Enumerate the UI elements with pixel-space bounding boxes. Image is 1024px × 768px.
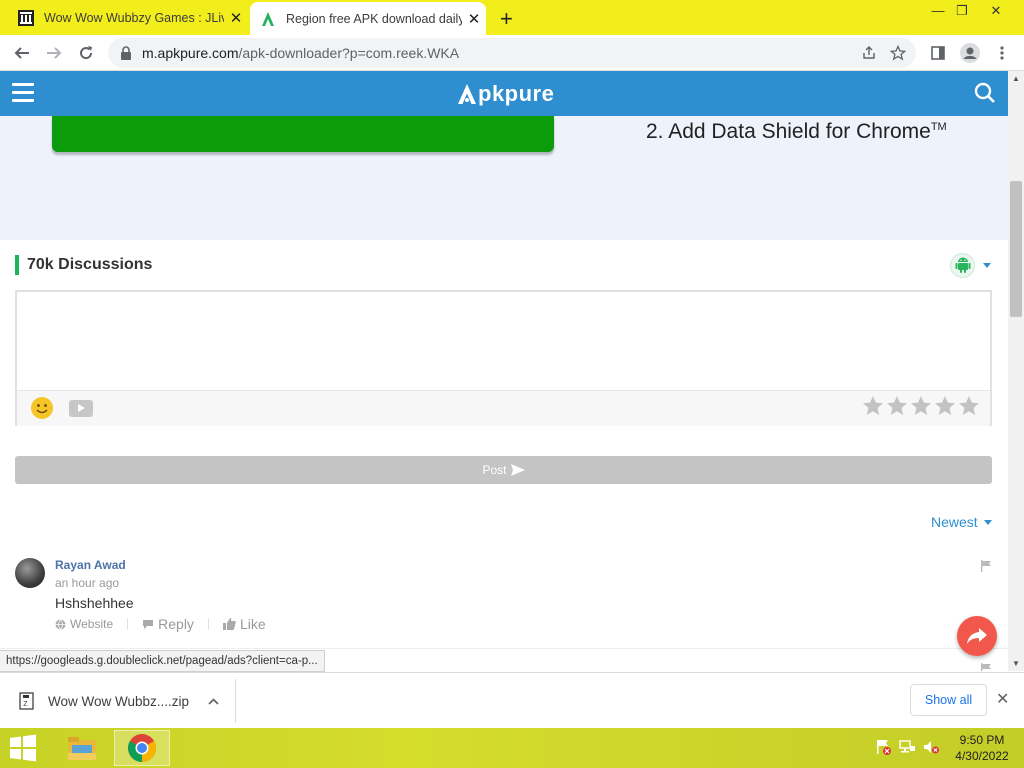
url-path: /apk-downloader?p=com.reek.WKA [238, 45, 460, 61]
ad-green-button[interactable] [52, 116, 554, 152]
page-scrollbar[interactable]: ▲ ▼ [1008, 71, 1024, 671]
chevron-down-icon [983, 262, 991, 268]
tab-title: Region free APK download daily [286, 11, 462, 26]
thumbs-up-icon [222, 618, 236, 630]
hamburger-menu-icon[interactable] [12, 83, 34, 103]
tab-close-icon[interactable]: ✕ [462, 10, 486, 28]
action-center-flag-icon[interactable] [874, 738, 892, 756]
sort-dropdown[interactable]: Newest [931, 514, 992, 530]
tab-apkpure[interactable]: Region free APK download daily ✕ [250, 2, 486, 35]
brand-text: pkpure [478, 81, 555, 106]
windows-start-icon[interactable] [8, 734, 38, 762]
reload-icon[interactable] [72, 39, 100, 67]
chrome-icon [128, 734, 156, 762]
volume-muted-icon[interactable] [922, 738, 940, 756]
speech-bubble-icon [143, 619, 154, 629]
comment-input[interactable] [17, 292, 990, 390]
bookmark-star-icon[interactable] [890, 45, 906, 61]
window-close-button[interactable]: ✕ [968, 0, 1024, 24]
send-icon [510, 464, 525, 476]
scroll-down-arrow-icon[interactable]: ▼ [1012, 659, 1020, 668]
chevron-up-icon[interactable] [201, 694, 225, 708]
share-icon[interactable] [862, 46, 876, 60]
star-icon[interactable] [862, 395, 884, 417]
comment-divider [0, 648, 1008, 649]
chevron-down-icon [983, 519, 992, 525]
comment-composer [15, 290, 992, 426]
download-file-name: Wow Wow Wubbz....zip [48, 693, 190, 709]
comment-text: Hshshehhee [55, 595, 134, 611]
search-icon[interactable] [974, 82, 996, 104]
star-icon[interactable] [910, 395, 932, 417]
website-link[interactable]: Website [55, 617, 129, 631]
star-icon[interactable] [886, 395, 908, 417]
kebab-menu-icon[interactable] [988, 39, 1016, 67]
scroll-up-arrow-icon[interactable]: ▲ [1012, 74, 1020, 83]
clock-time: 9:50 PM [959, 733, 1005, 747]
svg-text:Z: Z [23, 701, 28, 708]
platform-filter-dropdown[interactable] [950, 252, 996, 278]
share-arrow-icon [967, 628, 987, 644]
url-host: m.apkpure.com [142, 45, 239, 61]
forward-arrow-icon[interactable] [40, 39, 68, 67]
report-flag-icon[interactable] [980, 663, 992, 671]
profile-avatar-icon[interactable] [956, 39, 984, 67]
avatar[interactable] [15, 558, 45, 588]
browser-titlebar: Wow Wow Wubbzy Games : JLive ✕ Region fr… [0, 0, 1024, 35]
tab-close-icon[interactable]: ✕ [224, 9, 248, 27]
windows-taskbar: 9:50 PM 4/30/2022 [0, 728, 1024, 768]
post-button[interactable]: Post [15, 456, 992, 484]
globe-icon [55, 618, 66, 630]
clock-date: 4/30/2022 [955, 749, 1009, 763]
star-icon[interactable] [958, 395, 980, 417]
apkpure-logo[interactable]: pkpure [456, 81, 554, 107]
discussions-heading: 70k Discussions [15, 255, 152, 275]
address-bar[interactable]: m.apkpure.com/apk-downloader?p=com.reek.… [108, 38, 916, 68]
ad-banner[interactable]: 2. Add Data Shield for ChromeTM [0, 116, 1008, 240]
folder-icon [68, 737, 96, 760]
browser-toolbar: m.apkpure.com/apk-downloader?p=com.reek.… [0, 35, 1024, 71]
new-tab-button[interactable]: + [500, 6, 513, 32]
download-bar: Z Wow Wow Wubbz....zip Show all ✕ [0, 672, 1024, 728]
reply-button[interactable]: Reply [142, 616, 209, 632]
site-header: pkpure [0, 71, 1008, 116]
like-button[interactable]: Like [222, 616, 266, 632]
list-item: Rayan Awad an hour ago Hshshehhee Websit… [15, 556, 992, 646]
url-text: m.apkpure.com/apk-downloader?p=com.reek.… [142, 45, 459, 61]
show-all-downloads-button[interactable]: Show all [910, 684, 987, 716]
tab-title: Wow Wow Wubbzy Games : JLive [44, 10, 224, 25]
ad-trademark: TM [930, 121, 947, 133]
system-clock[interactable]: 9:50 PM 4/30/2022 [950, 732, 1014, 764]
ad-text: 2. Add Data Shield for ChromeTM [646, 120, 947, 143]
file-explorer-taskbar-button[interactable] [54, 730, 110, 766]
zip-file-icon: Z [19, 692, 34, 710]
comment-username[interactable]: Rayan Awad [55, 558, 126, 572]
apkpure-logo-icon [458, 84, 476, 104]
download-item[interactable]: Z Wow Wow Wubbz....zip [0, 679, 236, 723]
android-icon [955, 257, 970, 273]
apkpure-favicon-icon [262, 11, 274, 26]
comment-actions: Website Reply Like [55, 616, 280, 632]
close-icon[interactable]: ✕ [996, 689, 1009, 709]
report-flag-icon[interactable] [980, 560, 992, 572]
sort-label: Newest [931, 514, 978, 530]
star-icon[interactable] [934, 395, 956, 417]
tab-wubbzy-games[interactable]: Wow Wow Wubbzy Games : JLive ✕ [8, 0, 248, 35]
rating-stars[interactable] [862, 395, 980, 417]
chrome-taskbar-button[interactable] [114, 730, 170, 766]
museum-favicon-icon [18, 9, 34, 26]
side-panel-icon[interactable] [924, 39, 952, 67]
emoji-icon[interactable] [30, 396, 54, 420]
scrollbar-thumb[interactable] [1010, 181, 1022, 317]
comment-timestamp: an hour ago [55, 576, 120, 590]
post-label: Post [482, 463, 507, 477]
network-icon[interactable] [898, 738, 916, 756]
video-icon[interactable] [69, 400, 93, 417]
composer-toolbar [17, 390, 990, 426]
back-arrow-icon[interactable] [8, 39, 36, 67]
lock-icon [121, 46, 131, 60]
share-button[interactable] [957, 616, 997, 656]
status-bar-url: https://googleads.g.doubleclick.net/page… [0, 650, 325, 672]
